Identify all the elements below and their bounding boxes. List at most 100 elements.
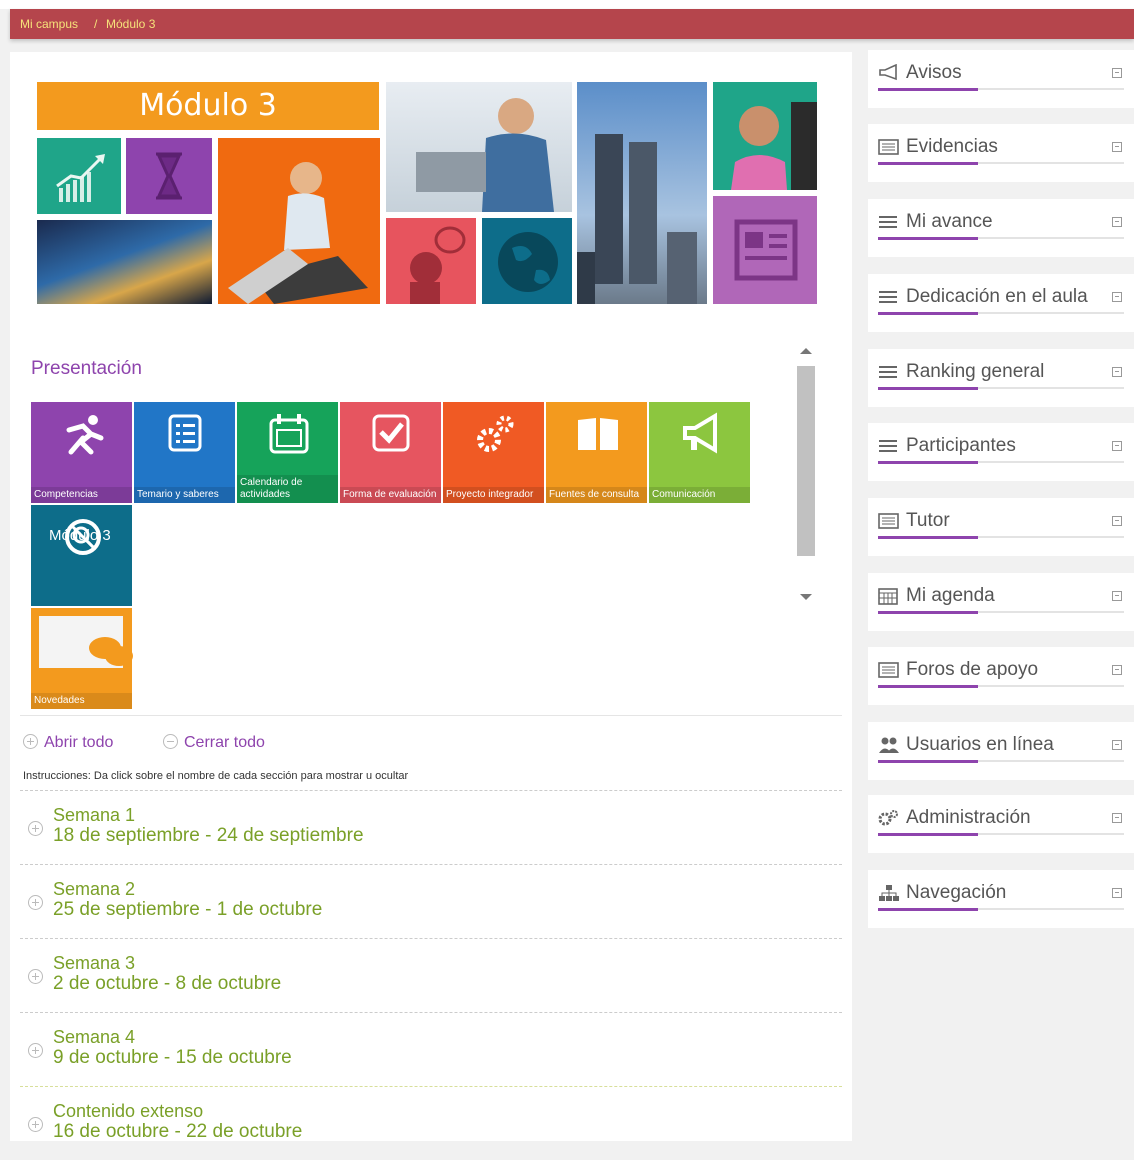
app-tile-modulo-3[interactable]: Módulo 3 (31, 505, 132, 606)
app-tile-forma-de-evaluación[interactable]: Forma de evaluación (340, 402, 441, 503)
app-tile-comunicación[interactable]: Comunicación (649, 402, 750, 503)
app-tile-competencias[interactable]: Competencias (31, 402, 132, 503)
sidebar-block-evidencias: Evidencias (868, 124, 1134, 182)
sidebar-block-title[interactable]: Ranking general (906, 361, 1044, 383)
week-section[interactable]: Semana 49 de octubre - 15 de octubre (20, 1012, 842, 1086)
instructions-text: Instrucciones: Da click sobre el nombre … (23, 770, 409, 782)
close-all-button[interactable]: Cerrar todo (163, 734, 265, 752)
week-title[interactable]: Contenido extenso (53, 1101, 203, 1122)
block-underline (878, 760, 1124, 763)
expand-plus-icon[interactable] (28, 969, 49, 987)
collapse-block-icon[interactable] (1112, 516, 1122, 526)
sidebar-block-usuarios-en-linea: Usuarios en línea (868, 722, 1134, 780)
week-section[interactable]: Semana 1 18 de septiembre - 24 de septiem… (20, 790, 842, 864)
sidebar-block-title[interactable]: Tutor (906, 510, 950, 532)
app-tile-calendario-de-actividades[interactable]: Calendario de actividades (237, 402, 338, 503)
block-underline (878, 387, 1124, 390)
chart-growth-icon (37, 138, 121, 214)
course-banner: Módulo 3 (37, 82, 817, 304)
newspaper-icon (713, 196, 817, 304)
app-tile-label: Comunicación (649, 487, 750, 503)
city-towers-image (577, 82, 707, 304)
scrollbar[interactable] (794, 344, 818, 604)
chat-icon (39, 616, 133, 668)
sidebar-block-navegacion: Navegación (868, 870, 1134, 928)
week-title[interactable]: Semana 4 (53, 1027, 135, 1048)
expand-plus-icon[interactable] (28, 895, 49, 913)
expand-plus-icon[interactable] (28, 821, 49, 839)
app-tile-temario-y-saberes[interactable]: Temario y saberes (134, 402, 235, 503)
collapse-block-icon[interactable] (1112, 441, 1122, 451)
week-title[interactable]: Semana 1 (53, 805, 135, 826)
collapse-block-icon[interactable] (1112, 665, 1122, 675)
bars-icon (878, 437, 900, 455)
sidebar: Avisos Evidencias Mi avance Dedicación en e… (868, 50, 1134, 1141)
week-title[interactable]: Semana 3 (53, 953, 135, 974)
sidebar-block-title[interactable]: Mi avance (906, 211, 993, 233)
sidebar-block-foros-de-apoyo: Foros de apoyo (868, 647, 1134, 705)
sidebar-block-title[interactable]: Participantes (906, 435, 1016, 457)
week-dates[interactable]: 25 de septiembre - 1 de octubre (53, 899, 322, 921)
app-tile-label: Módulo 3 (49, 527, 111, 544)
week-section[interactable]: Contenido extenso 16 de octubre - 22 de o… (20, 1086, 842, 1160)
open-all-button[interactable]: Abrir todo (23, 734, 113, 752)
week-dates[interactable]: 2 de octubre - 8 de octubre (53, 973, 281, 995)
bars-icon (878, 213, 900, 231)
block-underline (878, 461, 1124, 464)
presentation-title[interactable]: Presentación (31, 358, 142, 380)
breadcrumb-home[interactable]: Mi campus (20, 17, 78, 31)
man-computer-image (386, 82, 572, 212)
sidebar-block-title[interactable]: Mi agenda (906, 585, 995, 607)
week-dates[interactable]: 16 de octubre - 22 de octubre (53, 1121, 302, 1143)
app-tile-fuentes-de-consulta[interactable]: Fuentes de consulta (546, 402, 647, 503)
week-dates[interactable]: 9 de octubre - 15 de octubre (53, 1047, 292, 1069)
app-tile-novedades[interactable]: Novedades (31, 608, 133, 709)
list-icon (878, 661, 900, 679)
week-title[interactable]: Semana 2 (53, 879, 135, 900)
sidebar-block-title[interactable]: Foros de apoyo (906, 659, 1038, 681)
collapse-block-icon[interactable] (1112, 367, 1122, 377)
thinking-head-icon (386, 218, 476, 304)
sidebar-block-title[interactable]: Administración (906, 807, 1031, 829)
close-all-label: Cerrar todo (184, 734, 265, 751)
block-underline (878, 908, 1124, 911)
banner-title: Módulo 3 (37, 82, 379, 130)
sidebar-block-mi-avance: Mi avance (868, 199, 1134, 257)
week-section[interactable]: Semana 2 25 de septiembre - 1 de octubre (20, 864, 842, 938)
collapse-block-icon[interactable] (1112, 591, 1122, 601)
sidebar-block-avisos: Avisos (868, 50, 1134, 108)
sidebar-block-title[interactable]: Avisos (906, 62, 962, 84)
top-strip (0, 0, 1134, 9)
sidebar-block-title[interactable]: Evidencias (906, 136, 998, 158)
week-section[interactable]: Semana 32 de octubre - 8 de octubre (20, 938, 842, 1012)
scroll-thumb[interactable] (797, 366, 815, 556)
bars-icon (878, 288, 900, 306)
sidebar-block-tutor: Tutor (868, 498, 1134, 556)
bars-icon (878, 363, 900, 381)
student-laptop-image (218, 138, 380, 304)
divider (20, 715, 842, 716)
collapse-block-icon[interactable] (1112, 888, 1122, 898)
collapse-block-icon[interactable] (1112, 292, 1122, 302)
collapse-block-icon[interactable] (1112, 142, 1122, 152)
expand-plus-icon[interactable] (28, 1043, 49, 1061)
block-underline (878, 833, 1124, 836)
sidebar-block-title[interactable]: Usuarios en línea (906, 734, 1054, 756)
week-dates[interactable]: 18 de septiembre - 24 de septiembre (53, 825, 364, 847)
sidebar-block-mi-agenda: Mi agenda (868, 573, 1134, 631)
megaphone-icon (878, 63, 900, 82)
scroll-up-arrow-icon[interactable] (800, 348, 812, 354)
collapse-block-icon[interactable] (1112, 813, 1122, 823)
collapse-block-icon[interactable] (1112, 68, 1122, 78)
collapse-block-icon[interactable] (1112, 740, 1122, 750)
breadcrumb-current[interactable]: Módulo 3 (106, 17, 155, 31)
app-tile-proyecto-integrador[interactable]: Proyecto integrador (443, 402, 544, 503)
sidebar-block-title[interactable]: Dedicación en el aula (906, 286, 1088, 308)
expand-plus-icon[interactable] (28, 1117, 49, 1135)
collapse-block-icon[interactable] (1112, 217, 1122, 227)
scroll-down-arrow-icon[interactable] (800, 594, 812, 600)
course-content: Módulo 3 Presentación Competencias Temar… (10, 52, 852, 1142)
app-tile-label: Competencias (31, 487, 132, 503)
app-tile-label: Calendario de actividades (237, 475, 338, 503)
sidebar-block-title[interactable]: Navegación (906, 882, 1006, 904)
